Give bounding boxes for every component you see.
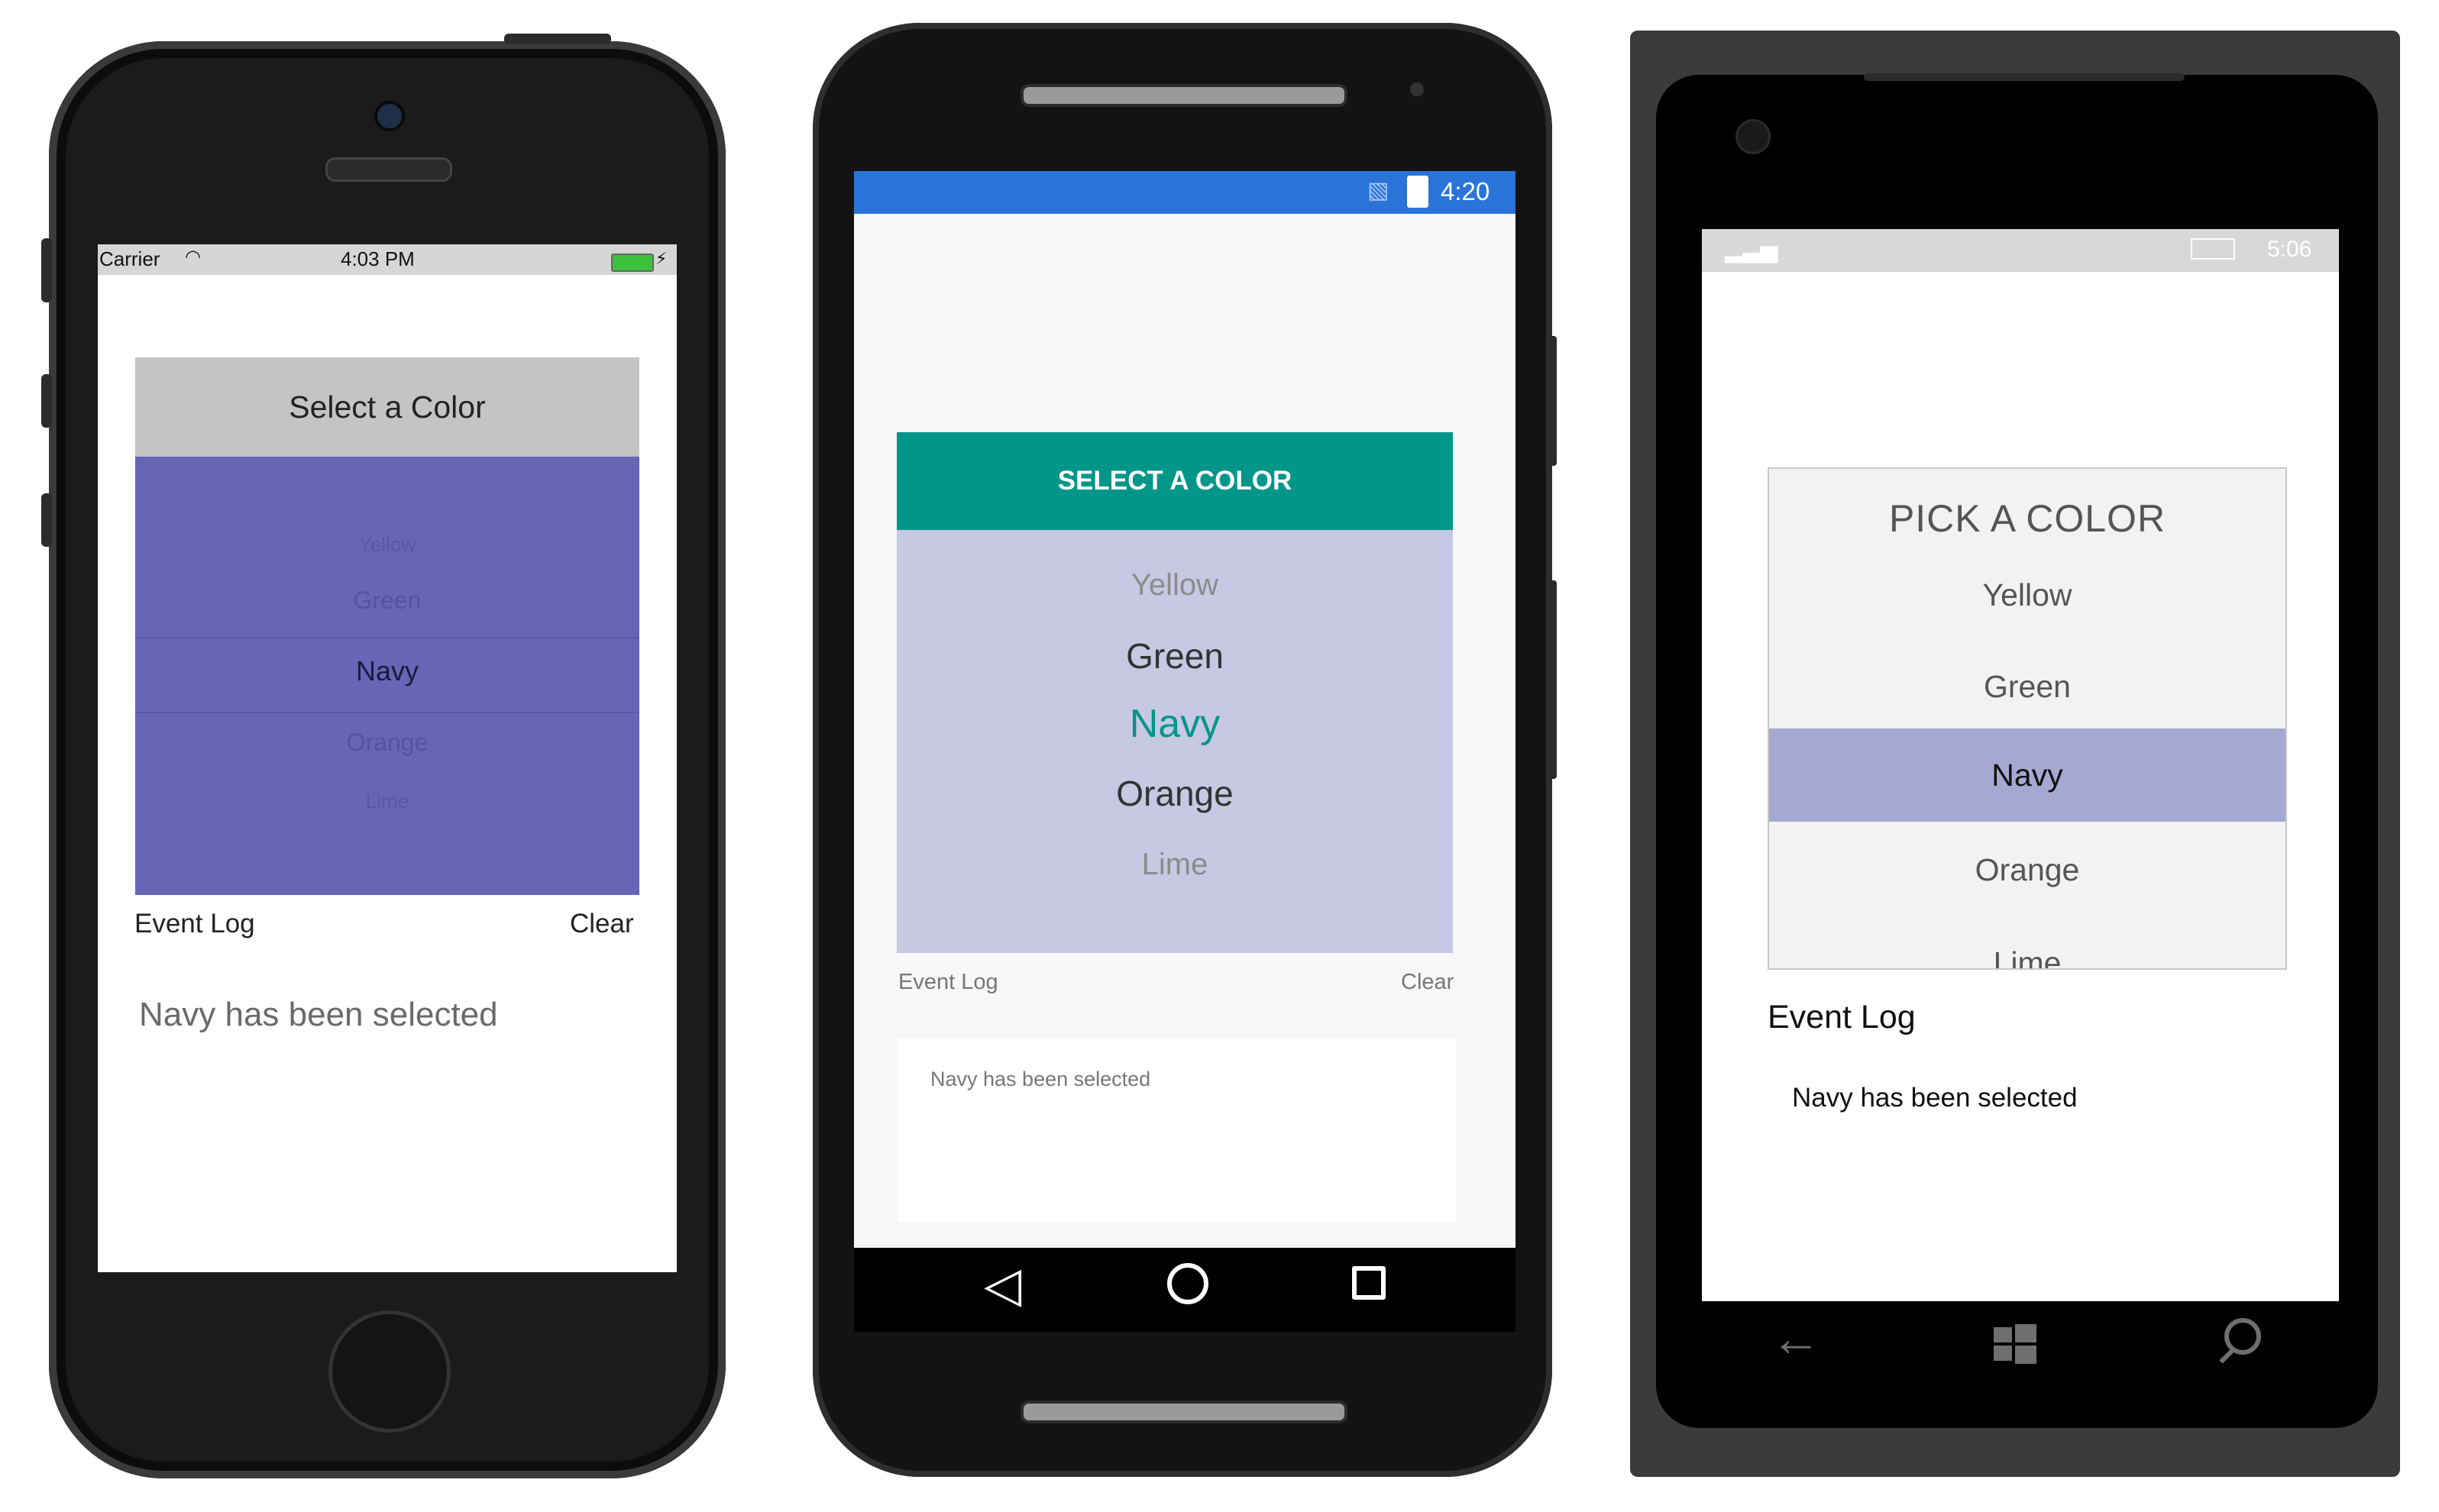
selection-divider — [135, 637, 639, 638]
iphone-earpiece — [325, 157, 452, 182]
charging-icon: ⚡ — [655, 249, 668, 268]
picker-option-selected[interactable]: Navy — [897, 701, 1453, 747]
iphone-power-button — [504, 34, 611, 44]
android-screen: ▧ 4:20 SELECT A COLOR Yellow Green Navy … — [854, 171, 1515, 1248]
recents-icon[interactable] — [1352, 1266, 1386, 1300]
picker-option[interactable]: Lime — [1769, 916, 2285, 969]
event-log-label: Event Log — [1768, 999, 1916, 1035]
iphone-volume-up — [41, 374, 52, 428]
windows-screen: ▂▃▅ 5:06 PICK A COLOR Yellow Green Navy … — [1702, 229, 2339, 1301]
home-icon[interactable] — [1167, 1263, 1208, 1304]
ios-screen: Carrier ◠ 4:03 PM ⚡ Select a Color Yello… — [98, 244, 677, 1272]
wifi-icon: ◠ — [185, 247, 201, 267]
windows-nav-bar: ← — [1702, 1301, 2339, 1381]
home-button[interactable] — [328, 1310, 451, 1433]
signal-icon: ▂▃▅ — [1725, 237, 1778, 263]
battery-icon — [1407, 176, 1428, 208]
event-log-entry: Navy has been selected — [139, 996, 498, 1033]
picker-title: SELECT A COLOR — [897, 432, 1453, 530]
clear-button[interactable]: Clear — [570, 909, 634, 939]
picker-option[interactable]: Yellow — [897, 568, 1453, 603]
color-picker-list[interactable]: Yellow Green Navy Orange Lime — [1768, 568, 2287, 970]
event-log-label: Event Log — [134, 909, 255, 939]
clear-button[interactable]: Clear — [1401, 970, 1454, 995]
android-status-bar: ▧ 4:20 — [854, 171, 1515, 214]
selection-divider — [135, 712, 639, 713]
picker-option[interactable]: Lime — [897, 848, 1453, 882]
android-bottom-speaker — [1021, 1401, 1347, 1423]
windows-status-bar: ▂▃▅ 5:06 — [1702, 229, 2339, 272]
android-top-speaker — [1021, 84, 1347, 107]
iphone-mute-switch — [41, 238, 52, 302]
picker-option[interactable]: Green — [897, 635, 1453, 677]
picker-option[interactable]: Yellow — [135, 533, 639, 557]
picker-option[interactable]: Lime — [135, 790, 639, 813]
android-volume-button — [1548, 580, 1557, 779]
camera-icon — [374, 101, 405, 131]
camera-icon — [1735, 119, 1771, 154]
color-picker-wheel[interactable]: Yellow Green Navy Orange Lime — [135, 457, 639, 895]
picker-option[interactable]: Orange — [135, 729, 639, 757]
status-time: 5:06 — [2267, 237, 2312, 262]
picker-option-selected[interactable]: Navy — [135, 655, 639, 687]
event-log-entry: Navy has been selected — [1792, 1083, 2078, 1113]
picker-option[interactable]: Orange — [897, 773, 1453, 814]
android-nav-bar: ◁ — [854, 1248, 1515, 1332]
picker-title: Select a Color — [135, 357, 639, 457]
battery-icon — [611, 254, 654, 272]
battery-icon — [2191, 238, 2235, 260]
picker-option[interactable]: Yellow — [1769, 568, 2285, 641]
back-icon[interactable]: ◁ — [984, 1260, 1021, 1309]
color-picker-list[interactable]: Yellow Green Navy Orange Lime — [897, 530, 1453, 953]
search-icon-handle — [2219, 1347, 2236, 1364]
event-log-label: Event Log — [898, 970, 998, 994]
event-log-panel: Navy has been selected — [898, 1039, 1456, 1222]
back-arrow-icon[interactable]: ← — [1771, 1309, 1821, 1367]
picker-option-selected[interactable]: Navy — [1769, 729, 2285, 822]
picker-title: PICK A COLOR — [1768, 467, 2287, 570]
windows-phone-speaker — [1864, 73, 2185, 81]
status-time: 4:20 — [1441, 177, 1490, 205]
status-time: 4:03 PM — [341, 247, 415, 270]
picker-option[interactable]: Orange — [1769, 823, 2285, 916]
no-sim-icon: ▧ — [1367, 178, 1389, 203]
windows-start-icon[interactable] — [1994, 1324, 2036, 1364]
carrier-label: Carrier — [99, 247, 160, 270]
picker-option[interactable]: Green — [1769, 640, 2285, 733]
android-power-button — [1548, 336, 1557, 466]
camera-icon — [1410, 82, 1424, 96]
iphone-volume-down — [41, 493, 52, 547]
ios-status-bar: Carrier ◠ 4:03 PM ⚡ — [98, 244, 677, 275]
event-log-entry: Navy has been selected — [930, 1068, 1151, 1090]
picker-option[interactable]: Green — [135, 586, 639, 615]
